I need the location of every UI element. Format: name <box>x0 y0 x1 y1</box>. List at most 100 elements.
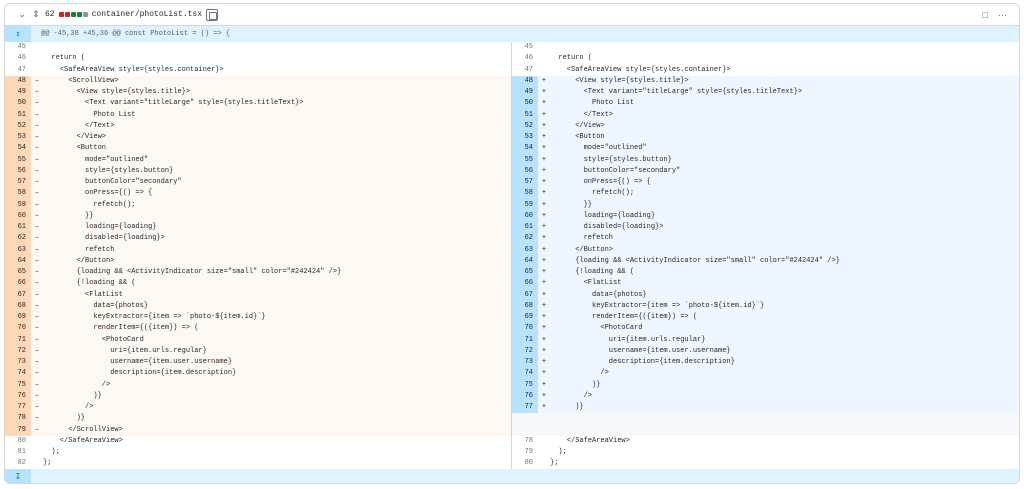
line-number[interactable]: 50 <box>5 98 31 110</box>
copy-icon[interactable] <box>206 8 219 21</box>
expand-up-icon[interactable]: ↥ <box>5 26 31 42</box>
diff-marker: – <box>34 403 40 411</box>
expand-down-icon[interactable]: ↧ <box>5 469 31 483</box>
line-number[interactable]: 65 <box>5 267 31 279</box>
line-number[interactable]: 72 <box>512 345 538 357</box>
line-number[interactable]: 78 <box>512 436 538 447</box>
line-number[interactable]: 82 <box>5 458 31 469</box>
diff-marker: + <box>541 88 547 96</box>
line-number[interactable]: 62 <box>512 233 538 245</box>
line-number[interactable]: 60 <box>512 210 538 222</box>
line-number[interactable]: 49 <box>5 87 31 99</box>
code-text: </ScrollView> <box>43 425 123 434</box>
diff-marker: + <box>541 133 547 141</box>
line-number[interactable]: 47 <box>5 65 31 76</box>
line-number[interactable]: 48 <box>512 75 538 87</box>
diff-marker: – <box>34 256 40 265</box>
line-number[interactable]: 46 <box>512 53 538 64</box>
line-number[interactable]: 75 <box>5 379 31 391</box>
file-name[interactable]: container/photoList.tsx <box>92 10 202 19</box>
line-number[interactable]: 80 <box>512 458 538 469</box>
line-number[interactable] <box>512 425 538 436</box>
line-number[interactable]: 69 <box>512 312 538 324</box>
line-number[interactable]: 56 <box>5 165 31 177</box>
diff-marker: – <box>34 313 40 321</box>
line-number[interactable]: 79 <box>512 447 538 458</box>
line-number[interactable]: 81 <box>5 447 31 458</box>
diff-marker: – <box>34 99 40 108</box>
line-number[interactable]: 64 <box>5 255 31 267</box>
line-number[interactable]: 77 <box>5 402 31 414</box>
diff-marker <box>31 42 43 53</box>
line-number[interactable]: 68 <box>512 300 538 312</box>
line-number[interactable]: 56 <box>512 165 538 177</box>
line-number[interactable]: 59 <box>512 199 538 211</box>
line-number[interactable]: 47 <box>512 65 538 76</box>
chevron-down-icon[interactable]: ⌄ <box>15 8 29 22</box>
line-number[interactable]: 59 <box>5 199 31 211</box>
comment-icon[interactable]: □ <box>983 10 988 20</box>
line-number[interactable]: 65 <box>512 267 538 279</box>
line-number[interactable]: 45 <box>512 42 538 53</box>
line-number[interactable]: 79 <box>5 424 31 436</box>
line-number[interactable]: 48 <box>5 75 31 87</box>
line-number[interactable]: 70 <box>512 323 538 335</box>
line-number[interactable]: 63 <box>5 244 31 256</box>
line-number[interactable]: 49 <box>512 87 538 99</box>
right-diff-line: 69 + renderItem={({item}) => ( <box>512 312 1019 324</box>
diff-marker <box>31 458 43 469</box>
line-number[interactable]: 51 <box>5 109 31 121</box>
line-number[interactable]: 57 <box>5 177 31 189</box>
line-number[interactable]: 53 <box>5 132 31 144</box>
line-number[interactable]: 52 <box>512 120 538 132</box>
line-number[interactable]: 73 <box>5 357 31 369</box>
fold-icon[interactable]: ⇕ <box>29 8 43 22</box>
line-number[interactable]: 54 <box>5 143 31 155</box>
line-number[interactable]: 76 <box>512 390 538 402</box>
line-number[interactable]: 52 <box>5 120 31 132</box>
line-number[interactable]: 66 <box>512 278 538 290</box>
line-number[interactable]: 71 <box>512 334 538 346</box>
line-number[interactable]: 61 <box>5 222 31 234</box>
line-number[interactable]: 76 <box>5 390 31 402</box>
line-number[interactable]: 64 <box>512 255 538 267</box>
line-number[interactable]: 45 <box>5 42 31 53</box>
line-number[interactable]: 71 <box>5 334 31 346</box>
right-diff-line: 53 + <Button <box>512 132 1019 144</box>
line-number[interactable]: 74 <box>5 368 31 380</box>
line-number[interactable]: 55 <box>512 154 538 166</box>
line-number[interactable]: 74 <box>512 368 538 380</box>
line-number[interactable]: 53 <box>512 132 538 144</box>
line-number[interactable]: 55 <box>5 154 31 166</box>
line-number[interactable]: 70 <box>5 323 31 335</box>
kebab-horizontal-icon[interactable]: ··· <box>998 10 1007 20</box>
line-number[interactable]: 67 <box>5 289 31 301</box>
line-number[interactable]: 54 <box>512 143 538 155</box>
line-number[interactable]: 67 <box>512 289 538 301</box>
diff-marker: – <box>34 346 40 355</box>
right-diff-line: 79 ); <box>512 447 1019 458</box>
line-number[interactable]: 68 <box>5 300 31 312</box>
line-number[interactable]: 58 <box>5 188 31 200</box>
line-number[interactable]: 46 <box>5 53 31 64</box>
code-text: </SafeAreaView> <box>43 436 123 445</box>
line-number[interactable]: 63 <box>512 244 538 256</box>
line-number[interactable]: 58 <box>512 188 538 200</box>
line-number[interactable]: 61 <box>512 222 538 234</box>
line-number[interactable]: 51 <box>512 109 538 121</box>
line-number[interactable] <box>512 413 538 424</box>
line-number[interactable]: 75 <box>512 379 538 391</box>
line-number[interactable]: 78 <box>5 413 31 425</box>
line-number[interactable]: 66 <box>5 278 31 290</box>
line-number[interactable]: 80 <box>5 436 31 447</box>
line-number[interactable]: 69 <box>5 312 31 324</box>
line-number[interactable]: 60 <box>5 210 31 222</box>
line-number[interactable]: 50 <box>512 98 538 110</box>
line-number[interactable]: 77 <box>512 402 538 414</box>
line-number[interactable]: 73 <box>512 357 538 369</box>
line-number[interactable]: 72 <box>5 345 31 357</box>
line-number[interactable]: 57 <box>512 177 538 189</box>
line-number[interactable]: 62 <box>5 233 31 245</box>
diff-marker: – <box>34 279 40 288</box>
diff-marker: – <box>34 200 40 209</box>
